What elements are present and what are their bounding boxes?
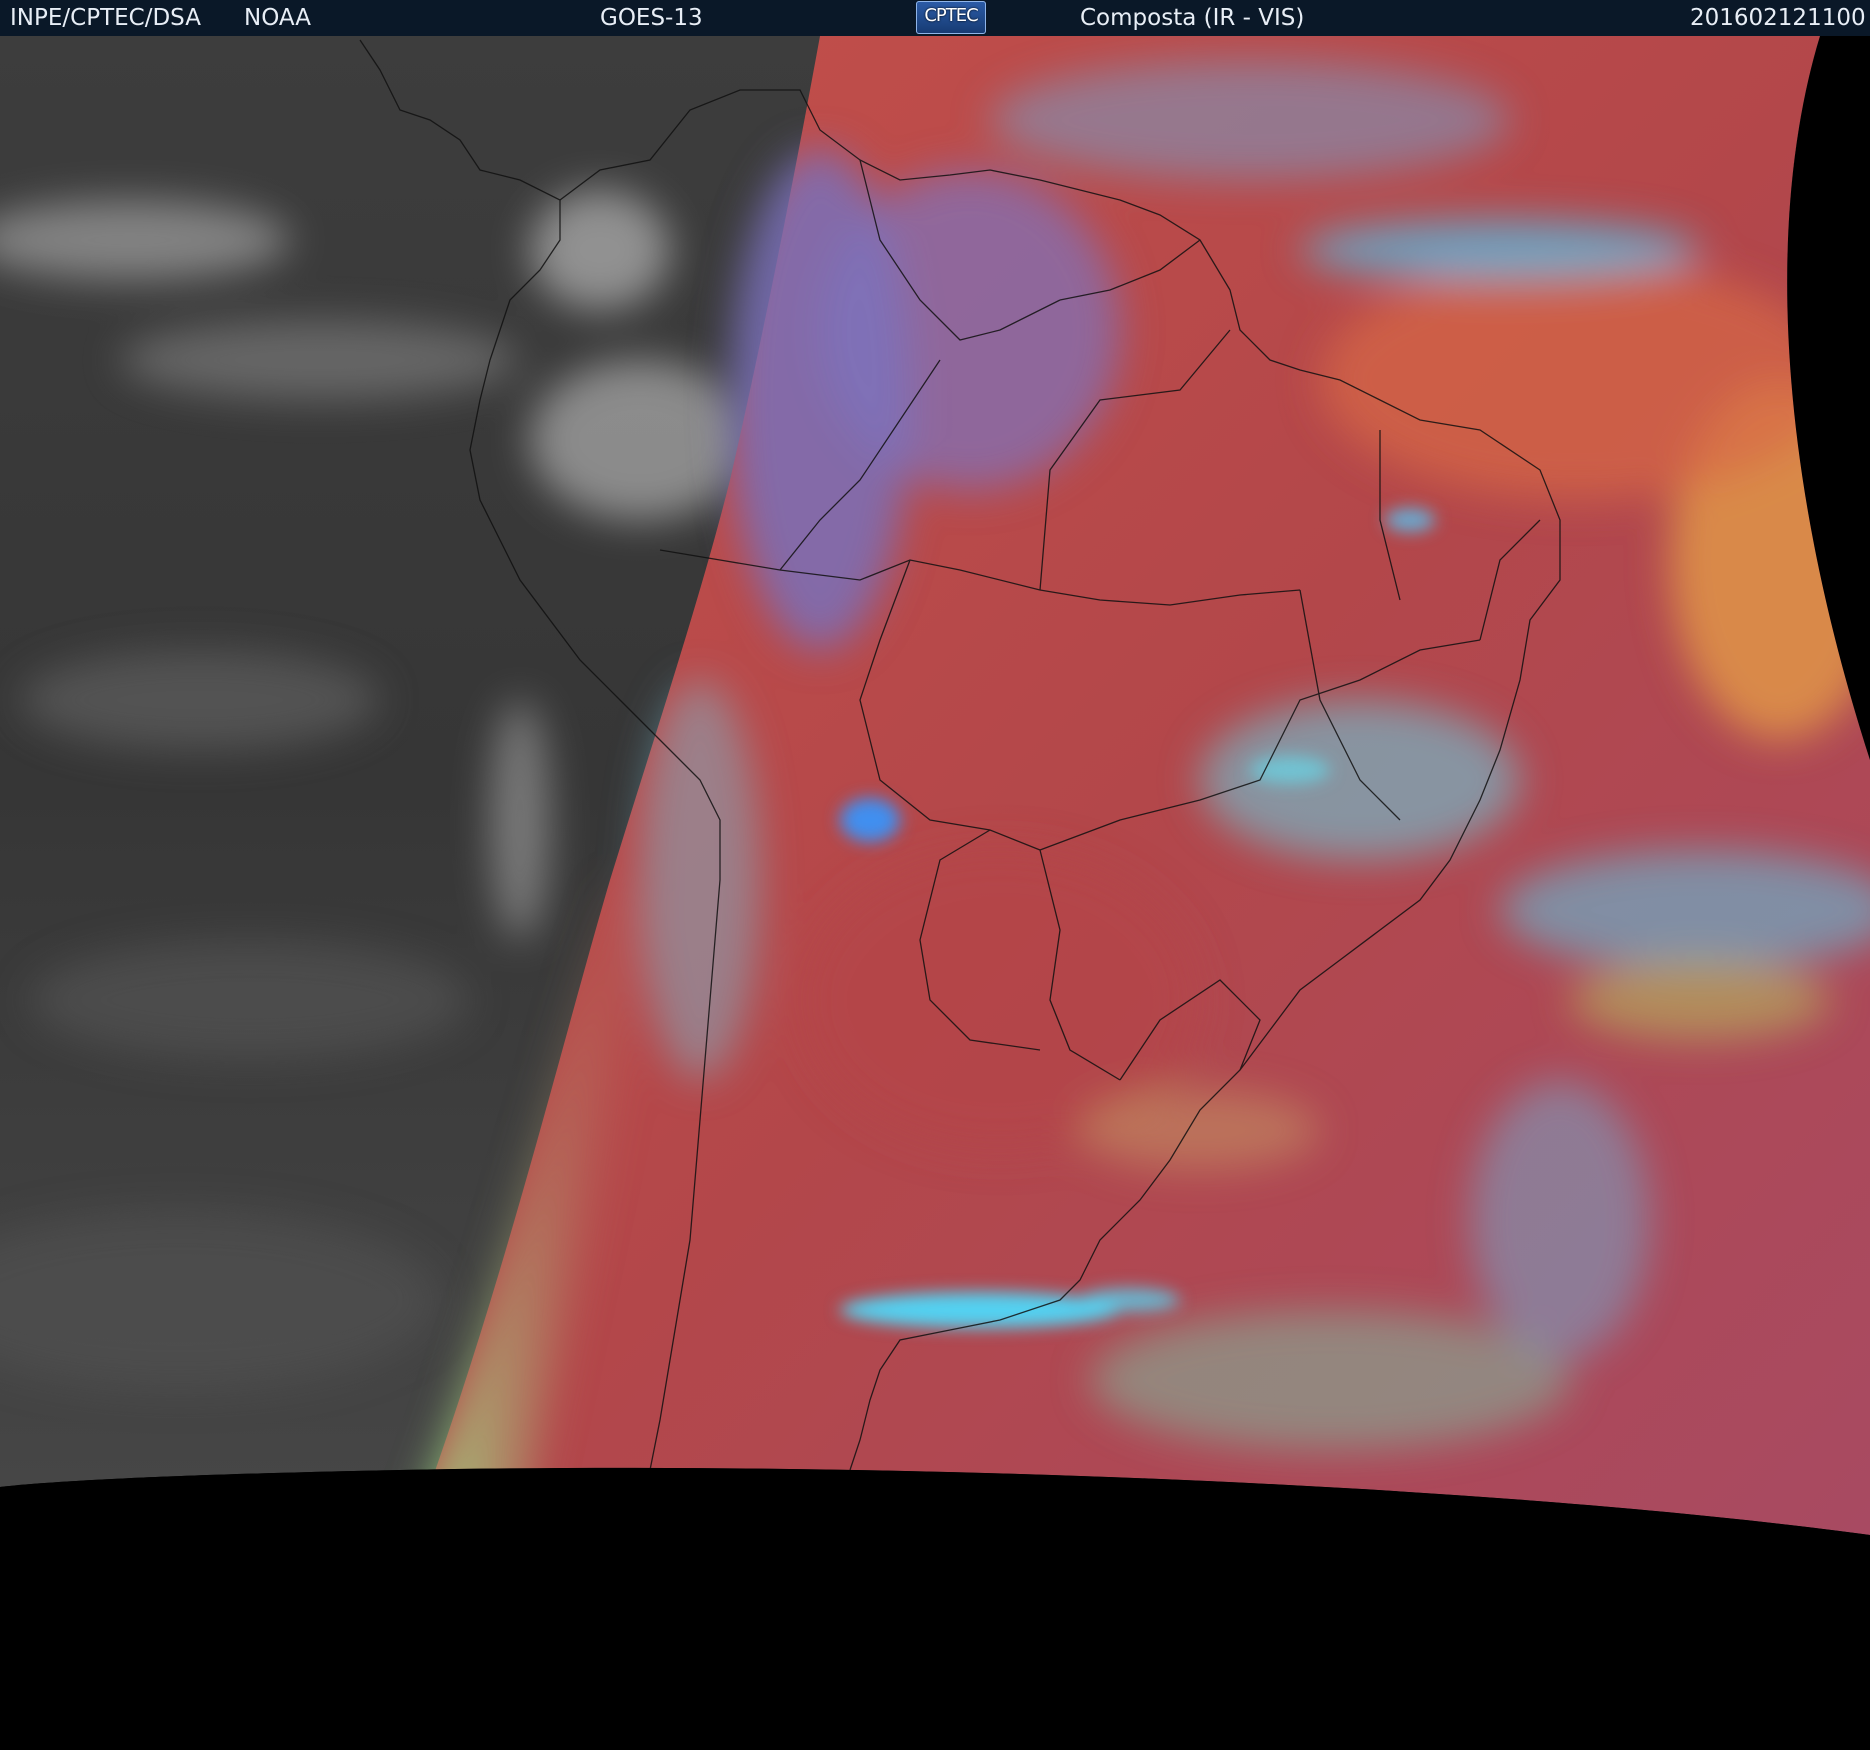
space-bottom xyxy=(0,1467,1870,1750)
title-bar: INPE/CPTEC/DSA NOAA GOES-13 CPTEC Compos… xyxy=(0,0,1870,36)
agency-label: INPE/CPTEC/DSA xyxy=(10,5,201,31)
satellite-label: GOES-13 xyxy=(600,5,703,31)
logo-text: CPTEC xyxy=(924,5,978,26)
partner-label: NOAA xyxy=(244,5,312,31)
satellite-image xyxy=(0,36,1870,1750)
timestamp-label: 201602121100 xyxy=(1690,5,1866,31)
cptec-logo: CPTEC xyxy=(916,1,986,34)
product-label: Composta (IR - VIS) xyxy=(1080,5,1305,31)
